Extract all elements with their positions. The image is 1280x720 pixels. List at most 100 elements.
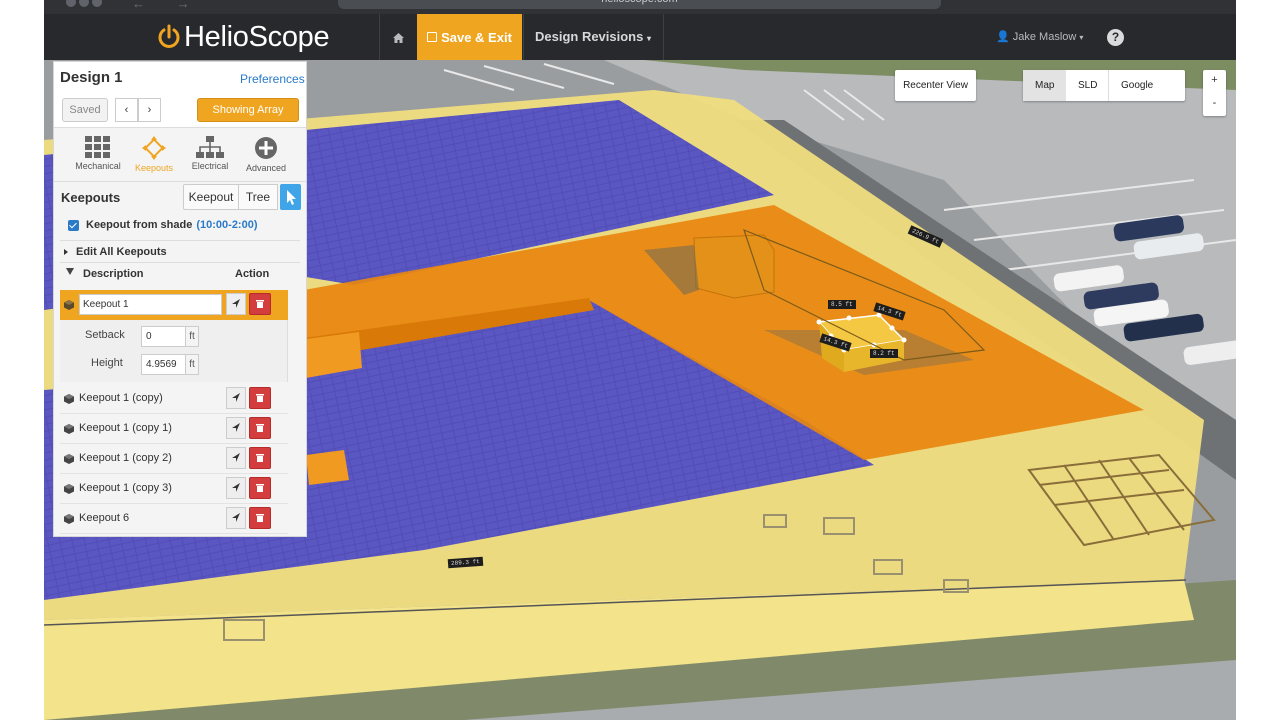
plus-circle-icon (255, 137, 277, 159)
helioscope-logo[interactable]: HelioScope (156, 20, 330, 54)
preferences-link[interactable]: Preferences (240, 72, 305, 86)
trash-icon (256, 394, 264, 402)
cube-icon (64, 300, 74, 310)
keepouts-title: Keepouts (61, 190, 121, 205)
locate-keepout-button[interactable] (226, 477, 246, 499)
browser-chrome: ← → helioscope.com (44, 0, 1236, 14)
recenter-view-button[interactable]: Recenter View (895, 70, 976, 101)
trash-icon (256, 424, 264, 432)
delete-keepout-button[interactable] (249, 293, 271, 315)
keepout-properties: Setback 0 ft Height 4.9569 ft (60, 320, 288, 382)
tab-mechanical[interactable]: Mechanical (70, 134, 126, 178)
redo-button[interactable]: › (138, 98, 161, 122)
delete-keepout-button[interactable] (249, 387, 271, 409)
checkbox[interactable] (68, 219, 79, 231)
keepout-row[interactable]: Keepout 6 (60, 504, 288, 534)
grid-icon (85, 136, 110, 158)
keepout-row-label: Keepout 1 (copy 1) (79, 422, 172, 434)
locate-keepout-button[interactable] (226, 387, 246, 409)
location-arrow-icon (232, 299, 240, 308)
design-revisions-menu[interactable]: Design Revisions ▾ (524, 14, 662, 60)
dimension-label: 8.5 ft (828, 300, 856, 309)
keepout-row[interactable]: Keepout 1 (copy) (60, 384, 288, 414)
height-input[interactable]: 4.9569 (141, 354, 186, 375)
shade-label: Keepout from shade (86, 219, 193, 231)
dimension-label: 8.2 ft (870, 349, 898, 358)
user-menu[interactable]: 👤 Jake Maslow ▾ (996, 14, 1083, 60)
locate-keepout-button[interactable] (226, 447, 246, 469)
zoom-out-button[interactable]: - (1203, 93, 1226, 116)
keepout-row[interactable]: Keepout 1 (copy 1) (60, 414, 288, 444)
cube-icon (64, 394, 74, 404)
zoom-control: + - (1203, 70, 1226, 116)
browser-nav-arrows-icon[interactable]: ← → (132, 0, 204, 11)
trash-icon (256, 514, 264, 522)
cursor-icon (287, 190, 296, 205)
height-unit: ft (186, 354, 199, 375)
tab-electrical[interactable]: Electrical (182, 134, 238, 178)
keepout-table-header: Description Action (54, 267, 306, 285)
showing-array-button[interactable]: Showing Array (197, 98, 299, 122)
keepout-small[interactable] (306, 450, 349, 485)
save-exit-button[interactable]: Save & Exit (417, 14, 522, 60)
user-name: Jake Maslow (1012, 31, 1077, 43)
panel-tabs: Mechanical Keepouts Electrical Advanced (54, 130, 306, 182)
tab-label: Electrical (191, 161, 229, 171)
cube-icon (64, 514, 74, 524)
column-action: Action (235, 268, 270, 280)
top-app-bar: HelioScope Save & Exit Design Revisions … (44, 14, 1236, 60)
edit-all-keepouts-toggle[interactable]: Edit All Keepouts (64, 246, 167, 258)
map-mode-button[interactable]: Map (1023, 70, 1066, 101)
saved-status-button[interactable]: Saved (62, 98, 108, 122)
divider (60, 262, 300, 263)
keepout-from-shade-toggle[interactable]: Keepout from shade (10:00-2:00) (68, 217, 258, 233)
rooftop-unit[interactable] (693, 234, 775, 299)
keepout-row[interactable]: Keepout 1 (copy 2) (60, 444, 288, 474)
delete-keepout-button[interactable] (249, 507, 271, 529)
save-icon (427, 32, 438, 42)
locate-keepout-button[interactable] (226, 507, 246, 529)
tab-advanced[interactable]: Advanced (238, 134, 294, 178)
keepout-row[interactable]: Keepout 1 (copy 3) (60, 474, 288, 504)
filter-icon[interactable] (66, 268, 74, 275)
tab-keepouts[interactable]: Keepouts (126, 134, 182, 178)
trash-icon (256, 484, 264, 492)
keepout-row-active[interactable]: Keepout 1 (60, 290, 288, 320)
window-controls[interactable] (66, 0, 106, 7)
sld-mode-button[interactable]: SLD (1066, 70, 1108, 101)
location-arrow-icon (232, 393, 240, 402)
tab-label: Advanced (245, 163, 287, 173)
delete-keepout-button[interactable] (249, 417, 271, 439)
google-imagery-button[interactable]: Google (1108, 70, 1185, 101)
keepout-name-input[interactable]: Keepout 1 (79, 294, 222, 315)
power-icon (158, 24, 180, 48)
locate-keepout-button[interactable] (226, 293, 246, 315)
setback-label: Setback (85, 329, 125, 341)
hierarchy-icon (196, 136, 224, 158)
delete-keepout-button[interactable] (249, 477, 271, 499)
divider (60, 240, 300, 241)
setback-input[interactable]: 0 (141, 326, 186, 347)
map-type-toggle: Map SLD Google (1023, 70, 1185, 101)
divider (663, 14, 664, 60)
keepout-row-label: Keepout 1 (copy) (79, 392, 163, 404)
design-revisions-label: Design Revisions (534, 29, 644, 44)
keepout-move-icon (142, 136, 166, 160)
locate-keepout-button[interactable] (226, 417, 246, 439)
trash-icon (256, 454, 264, 462)
zoom-in-button[interactable]: + (1203, 70, 1226, 93)
select-tool-button[interactable] (280, 184, 301, 210)
help-icon[interactable]: ? (1107, 29, 1124, 46)
address-bar[interactable]: helioscope.com (338, 0, 941, 9)
location-arrow-icon (232, 483, 240, 492)
height-label: Height (91, 357, 123, 369)
location-arrow-icon (232, 423, 240, 432)
keepout-view-button[interactable]: Keepout (183, 184, 239, 210)
tree-view-button[interactable]: Tree (238, 184, 278, 210)
undo-button[interactable]: ‹ (115, 98, 138, 122)
delete-keepout-button[interactable] (249, 447, 271, 469)
setback-unit: ft (186, 326, 199, 347)
caret-down-icon: ▾ (646, 34, 651, 43)
cube-icon (64, 454, 74, 464)
home-button[interactable] (380, 14, 416, 60)
